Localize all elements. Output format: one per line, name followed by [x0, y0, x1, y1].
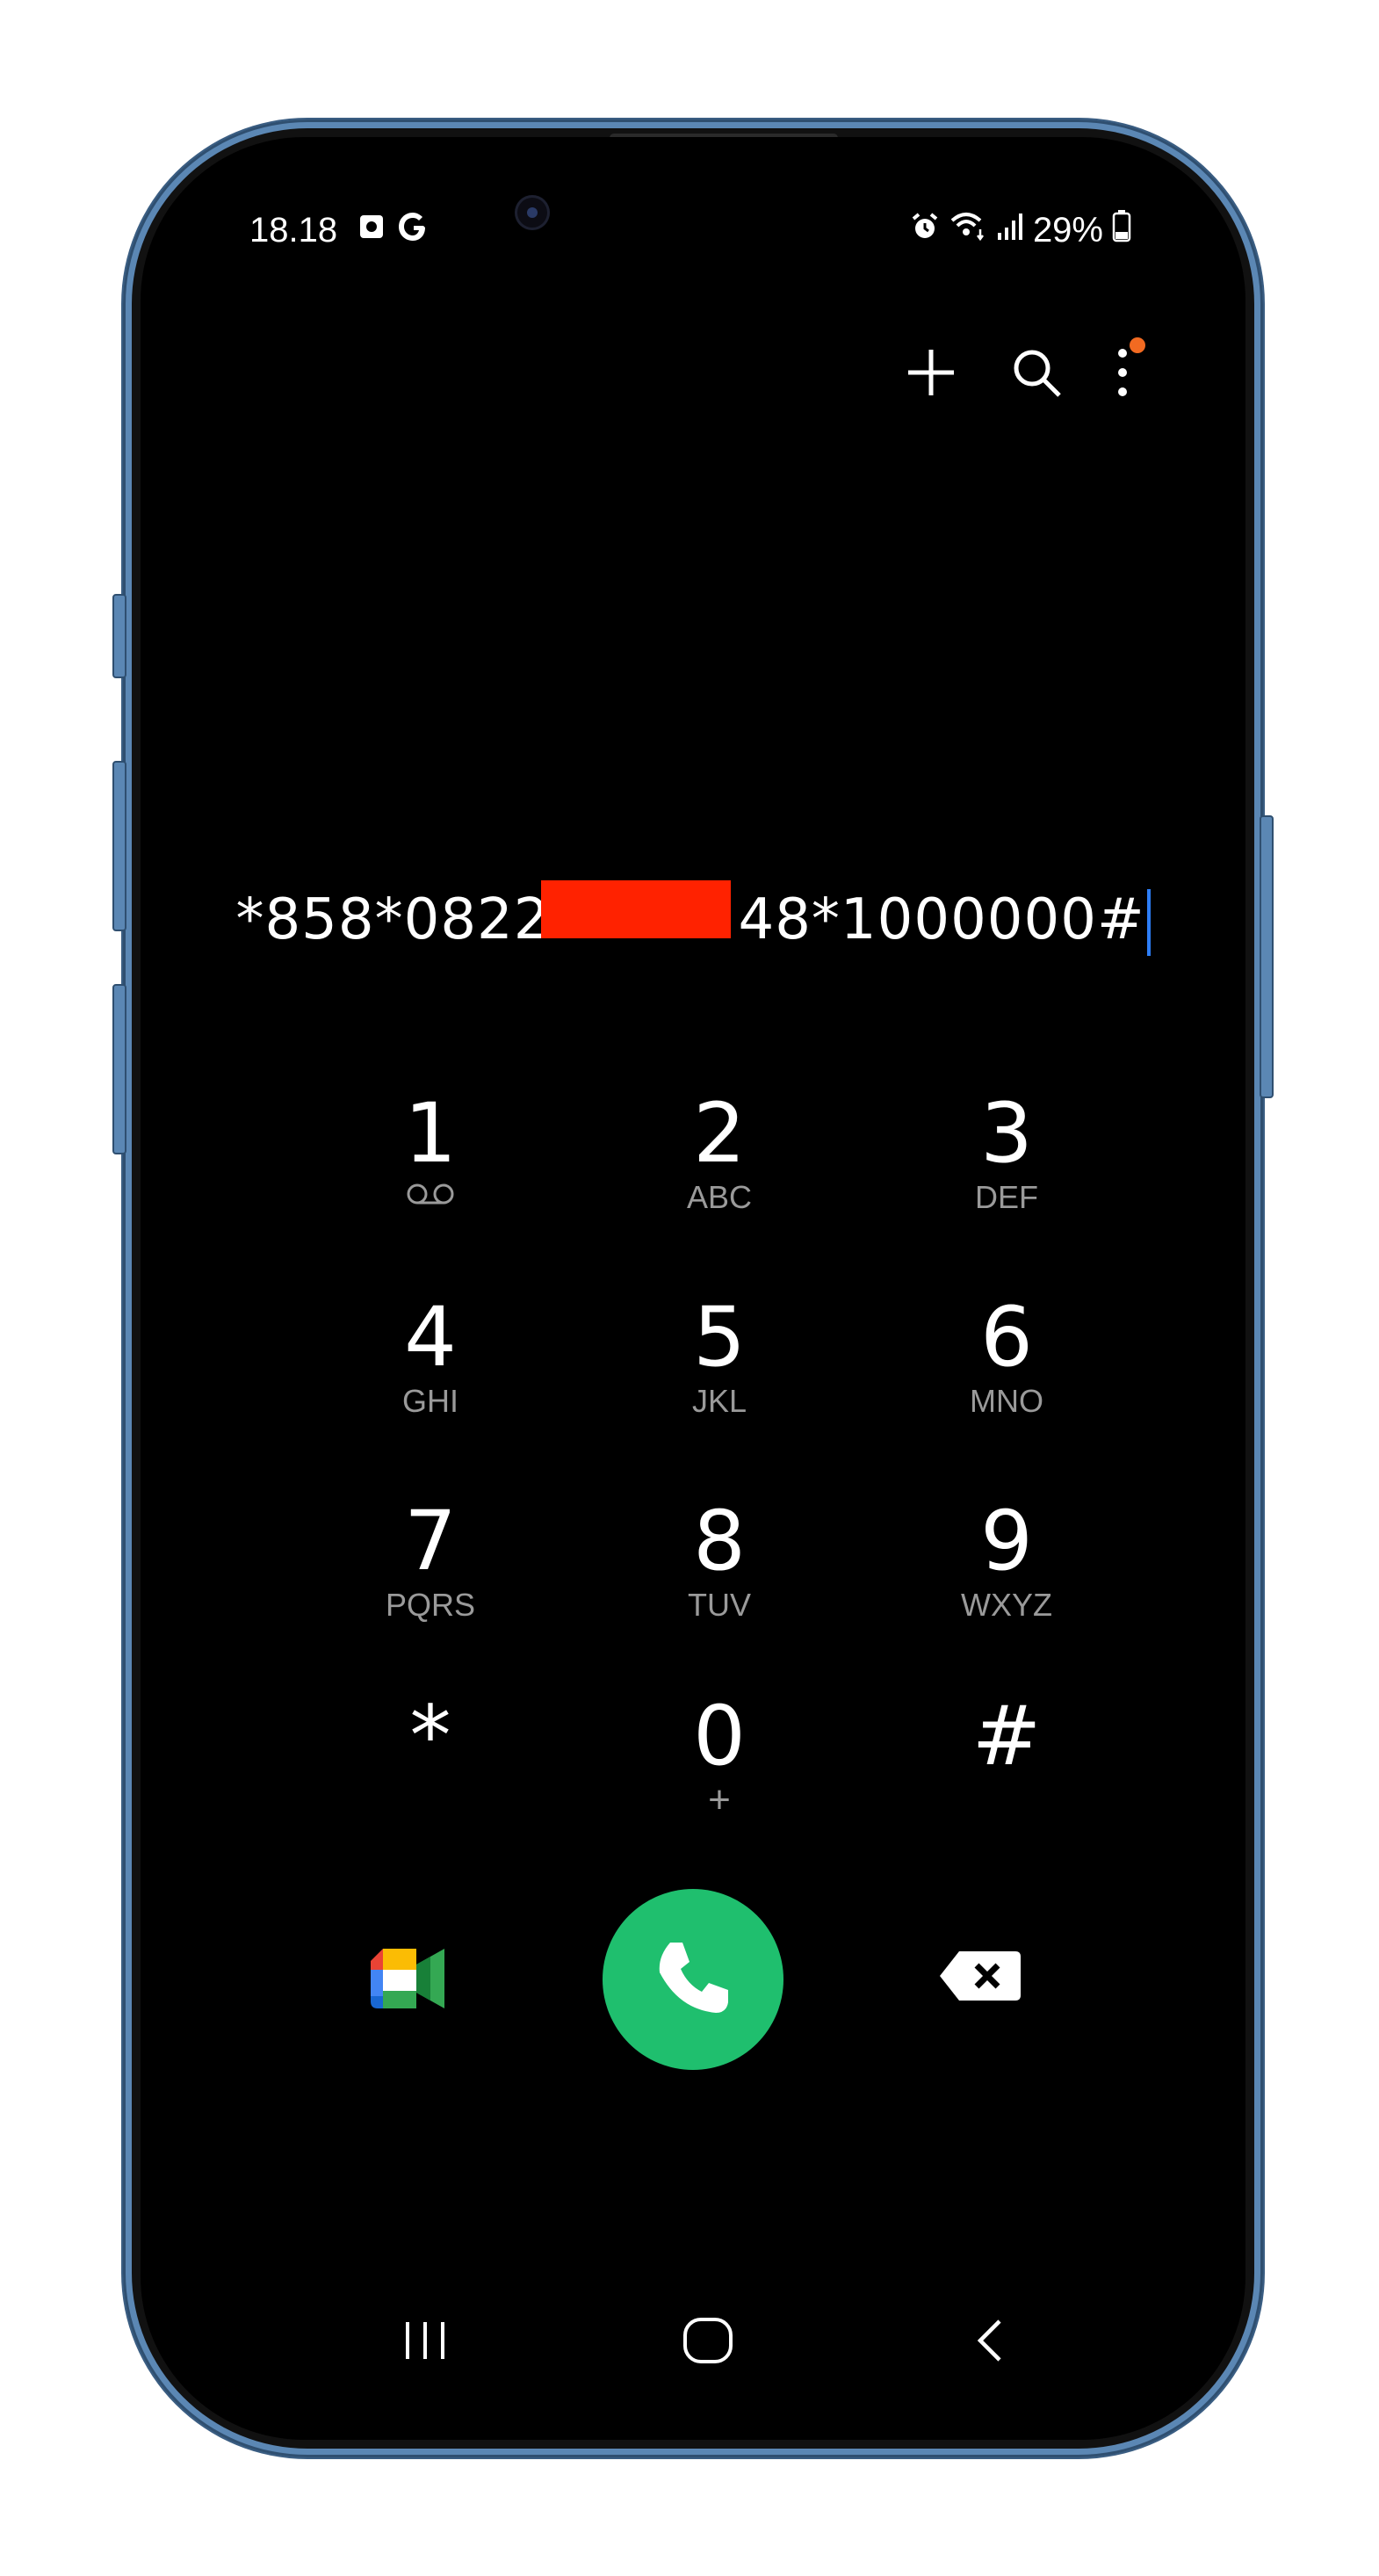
backspace-button[interactable] [936, 1938, 1024, 2017]
key-digit: 0 [693, 1689, 746, 1784]
key-3[interactable]: 3 DEF [892, 1090, 1121, 1257]
key-letters: JKL [691, 1383, 747, 1419]
phone-screen: 18.18 29% *858*0822 48*1000000# 1 2 ABC … [141, 137, 1245, 2440]
google-icon [397, 211, 429, 247]
dialed-number[interactable]: *858*0822 48*1000000# [235, 879, 1151, 957]
key-digit: 6 [980, 1290, 1033, 1386]
key-letters: GHI [401, 1383, 458, 1419]
google-meet-icon [365, 1943, 450, 2018]
status-right: 29% [910, 209, 1131, 251]
key-4[interactable]: 4 GHI [316, 1294, 545, 1461]
redaction-box [541, 879, 732, 938]
battery-icon [1112, 209, 1131, 251]
text-cursor [1146, 889, 1151, 957]
status-left-icons [358, 211, 429, 247]
key-digit: 7 [404, 1494, 457, 1589]
key-0[interactable]: 0 + [605, 1693, 834, 1860]
key-digit: 5 [693, 1290, 746, 1386]
status-bar: 18.18 29% [141, 137, 1245, 251]
key-digit: 1 [404, 1086, 457, 1182]
call-button[interactable] [603, 1889, 783, 2070]
key-letters: WXYZ [961, 1587, 1052, 1623]
phone-frame: 18.18 29% *858*0822 48*1000000# 1 2 ABC … [112, 119, 1274, 2457]
key-8[interactable]: 8 TUV [605, 1498, 834, 1665]
key-hash[interactable]: # [892, 1693, 1121, 1860]
key-9[interactable]: 9 WXYZ [892, 1498, 1121, 1665]
key-digit: # [971, 1689, 1042, 1784]
wifi-icon [949, 210, 987, 250]
side-button-left-3 [112, 984, 126, 1154]
battery-text: 29% [1032, 210, 1103, 250]
notification-icon [358, 213, 385, 244]
key-letters: PQRS [385, 1587, 476, 1623]
key-star[interactable]: * [316, 1693, 545, 1860]
app-bar-actions [903, 337, 1145, 405]
backspace-icon [938, 1950, 1022, 2007]
key-letters: + [708, 1778, 731, 1821]
add-icon[interactable] [903, 344, 959, 405]
home-icon [682, 2316, 734, 2370]
back-icon [971, 2316, 1007, 2370]
phone-icon [649, 1934, 737, 2026]
side-button-left-1 [112, 594, 126, 678]
notification-dot [1130, 337, 1145, 353]
key-digit: 4 [404, 1290, 457, 1386]
key-1[interactable]: 1 [316, 1090, 545, 1257]
google-meet-button[interactable] [364, 1936, 451, 2024]
more-options-icon[interactable] [1114, 337, 1145, 405]
key-digit: 3 [980, 1086, 1033, 1182]
front-camera [515, 195, 550, 230]
number-display[interactable]: *858*0822 48*1000000# [141, 865, 1245, 979]
key-5[interactable]: 5 JKL [605, 1294, 834, 1461]
side-button-right [1260, 815, 1274, 1098]
side-button-left-2 [112, 761, 126, 931]
alarm-icon [910, 211, 940, 250]
voicemail-icon [316, 1182, 545, 1211]
signal-icon [996, 211, 1024, 250]
key-letters: DEF [975, 1179, 1038, 1215]
key-7[interactable]: 7 PQRS [316, 1498, 545, 1665]
key-digit: 9 [980, 1494, 1033, 1589]
key-letters: MNO [970, 1383, 1043, 1419]
key-digit: 8 [693, 1494, 746, 1589]
status-time: 18.18 [249, 211, 338, 250]
search-icon[interactable] [1008, 344, 1065, 405]
key-digit: * [409, 1689, 451, 1784]
key-digit: 2 [693, 1086, 746, 1182]
key-2[interactable]: 2 ABC [605, 1090, 834, 1257]
home-button[interactable] [655, 2298, 761, 2386]
recents-icon [401, 2319, 450, 2367]
back-button[interactable] [936, 2298, 1042, 2386]
dialed-number-suffix: 48*1000000# [738, 886, 1145, 952]
recents-button[interactable] [372, 2298, 478, 2386]
key-6[interactable]: 6 MNO [892, 1294, 1121, 1461]
dialed-number-prefix: *858*0822 [235, 886, 551, 952]
key-letters: TUV [688, 1587, 751, 1623]
key-letters: ABC [686, 1179, 753, 1215]
